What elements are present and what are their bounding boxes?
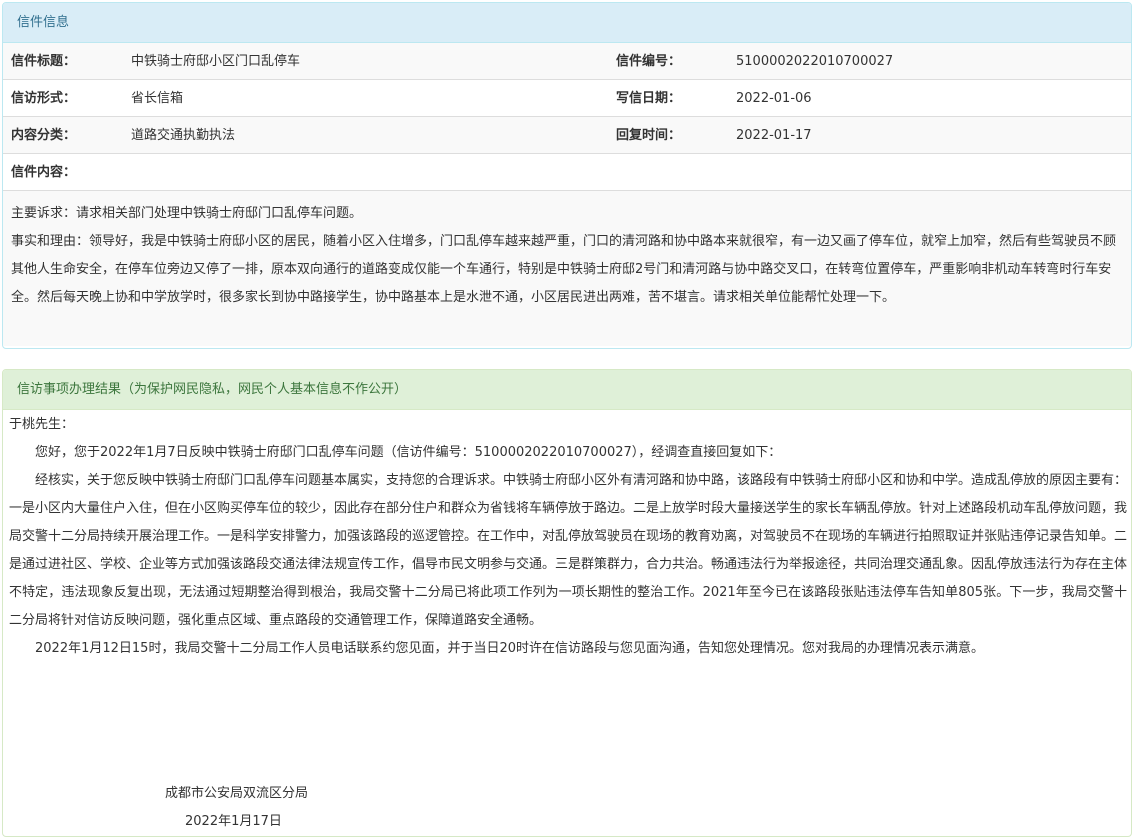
title-value: 中铁骑士府邸小区门口乱停车 bbox=[131, 54, 301, 69]
reply-paragraph: 您好，您于2022年1月7日反映中铁骑士府邸门口乱停车问题（信访件编号：5100… bbox=[35, 445, 782, 460]
letter-info-panel: 信件信息 信件标题： 中铁骑士府邸小区门口乱停车 信件编号： 510000202… bbox=[2, 2, 1132, 349]
reply-paragraph: 2022年1月12日15时，我局交警十二分局工作人员电话联系约您见面，并于当日2… bbox=[35, 641, 984, 656]
letter-content: 主要诉求：请求相关部门处理中铁骑士府邸门口乱停车问题。 事实和理由：领导好，我是… bbox=[3, 191, 1131, 346]
form-label: 信访形式： bbox=[11, 91, 77, 106]
category-value: 道路交通执勤执法 bbox=[131, 128, 236, 143]
reply-paragraph: 经核实，关于您反映中铁骑士府邸门口乱停车问题基本属实，支持您的合理诉求。中铁骑士… bbox=[9, 473, 1128, 628]
info-row-title: 信件标题： 中铁骑士府邸小区门口乱停车 信件编号： 51000020220107… bbox=[3, 43, 1131, 80]
content-label: 信件内容： bbox=[11, 165, 77, 180]
signature: 成都市公安局双流区分局 2022年1月17日 bbox=[165, 780, 308, 836]
number-label: 信件编号： bbox=[616, 54, 682, 69]
reply-time-value: 2022-01-17 bbox=[736, 128, 812, 143]
signature-org: 成都市公安局双流区分局 bbox=[165, 786, 309, 801]
number-value: 510000202201070002​7 bbox=[736, 54, 894, 69]
write-date-label: 写信日期： bbox=[616, 91, 682, 106]
result-panel: 信访事项办理结果（为保护网民隐私，网民个人基本信息不作公开） 于桃先生： 您好，… bbox=[2, 369, 1132, 837]
content-facts: 事实和理由：领导好，我是中铁骑士府邸小区的居民，随着小区入住增多，门口乱停车越来… bbox=[11, 234, 1117, 305]
write-date-value: 2022-01-06 bbox=[736, 91, 812, 106]
reply-time-label: 回复时间： bbox=[616, 128, 682, 143]
reply-salutation: 于桃先生： bbox=[9, 417, 75, 432]
info-row-form: 信访形式： 省长信箱 写信日期： 2022-01-06 bbox=[3, 80, 1131, 117]
info-row-category: 内容分类： 道路交通执勤执法 回复时间： 2022-01-17 bbox=[3, 117, 1131, 154]
content-request: 主要诉求：请求相关部门处理中铁骑士府邸门口乱停车问题。 bbox=[11, 206, 363, 221]
reply-body: 于桃先生： 您好，您于2022年1月7日反映中铁骑士府邸门口乱停车问题（信访件编… bbox=[9, 411, 1127, 663]
form-value: 省长信箱 bbox=[131, 91, 184, 106]
category-label: 内容分类： bbox=[11, 128, 77, 143]
info-row-content-label: 信件内容： bbox=[3, 154, 1131, 191]
letter-info-heading: 信件信息 bbox=[3, 3, 1131, 43]
signature-date: 2022年1月17日 bbox=[185, 814, 282, 829]
result-heading: 信访事项办理结果（为保护网民隐私，网民个人基本信息不作公开） bbox=[3, 370, 1131, 410]
title-label: 信件标题： bbox=[11, 54, 77, 69]
